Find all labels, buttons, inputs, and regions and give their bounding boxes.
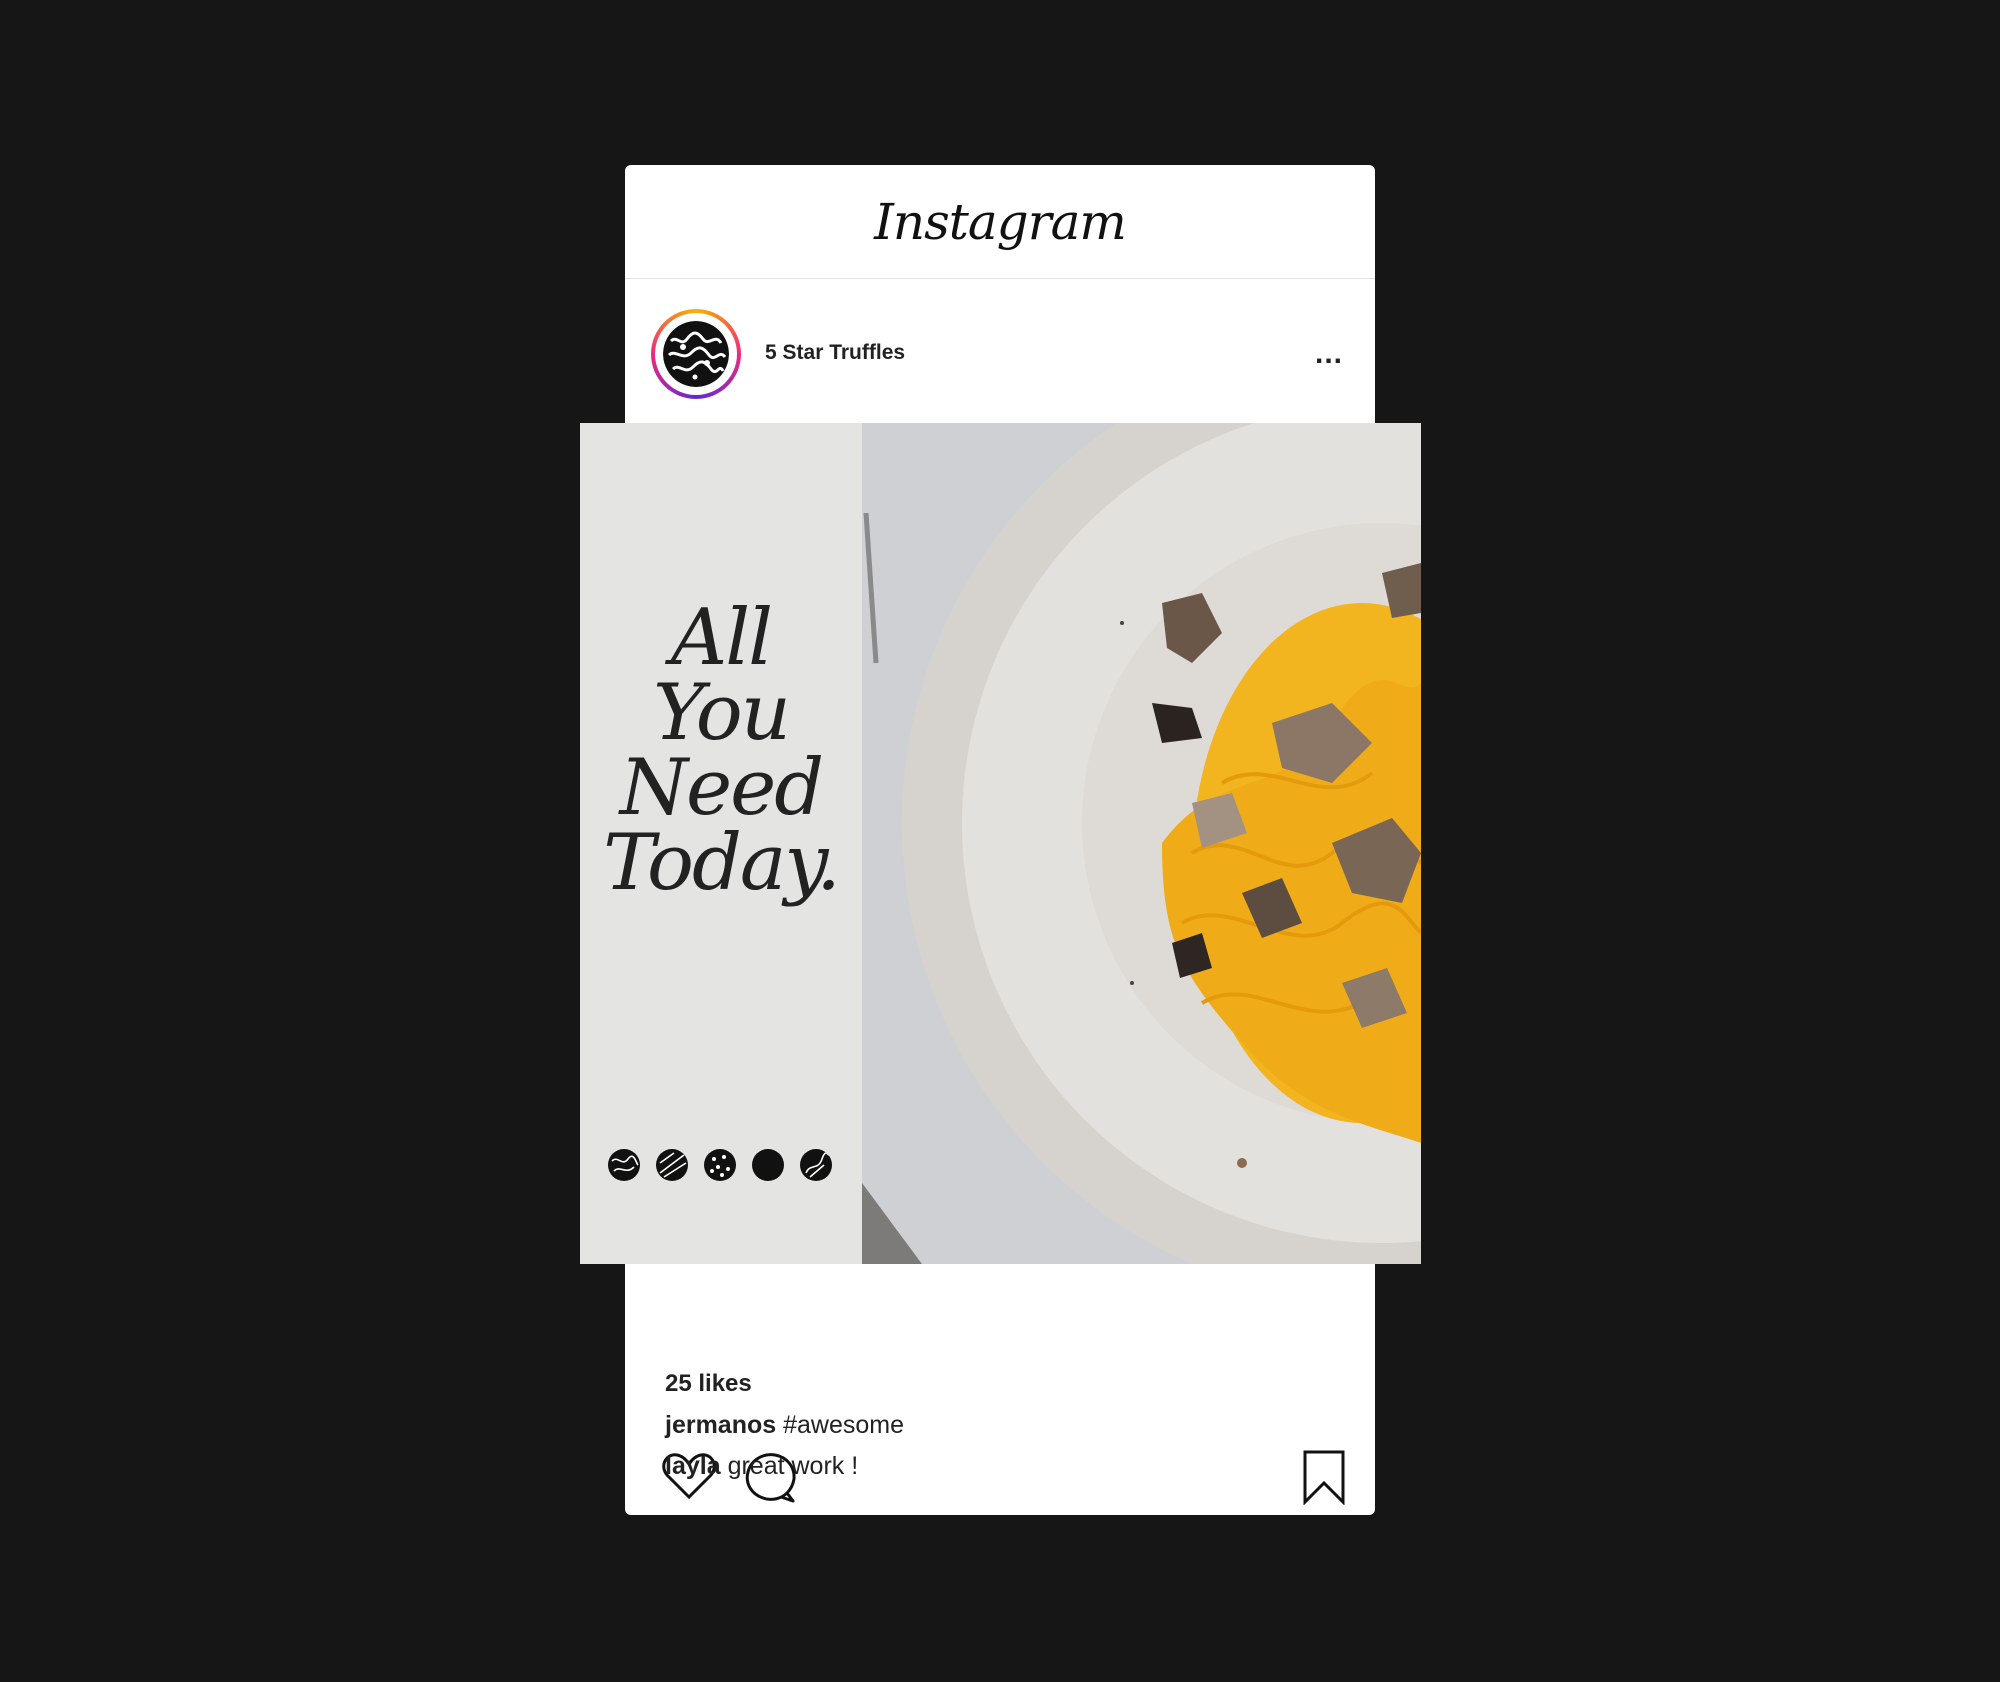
pasta-photo [862,423,1421,1264]
comment-text: #awesome [783,1411,905,1439]
bookmark-icon[interactable] [1301,1449,1347,1505]
truffle-icon [800,1149,832,1181]
headline: All You Need Today. [603,593,841,908]
app-header: Instagram [625,165,1375,279]
truffle-logo-icon [663,321,729,387]
avatar[interactable] [651,309,741,399]
truffle-dots [608,1149,832,1181]
account-name[interactable]: 5 Star Truffles [765,341,905,365]
text-panel: All You Need Today. [580,423,862,1264]
truffle-icon [608,1149,640,1181]
truffle-icon [752,1149,784,1181]
comment-user[interactable]: layla [665,1452,721,1480]
truffle-icon [656,1149,688,1181]
comment-row: jermanos #awesome [665,1411,904,1440]
comment-row: layla great work ! [665,1452,858,1481]
instagram-logo: Instagram [874,192,1127,251]
comment-text: great work ! [727,1452,859,1480]
comment-user[interactable]: jermanos [665,1411,776,1439]
post-image[interactable]: All You Need Today. [580,423,1421,1264]
truffle-icon [704,1149,736,1181]
more-options-icon[interactable]: ... [1315,337,1343,371]
likes-count[interactable]: 25 likes [665,1370,752,1398]
